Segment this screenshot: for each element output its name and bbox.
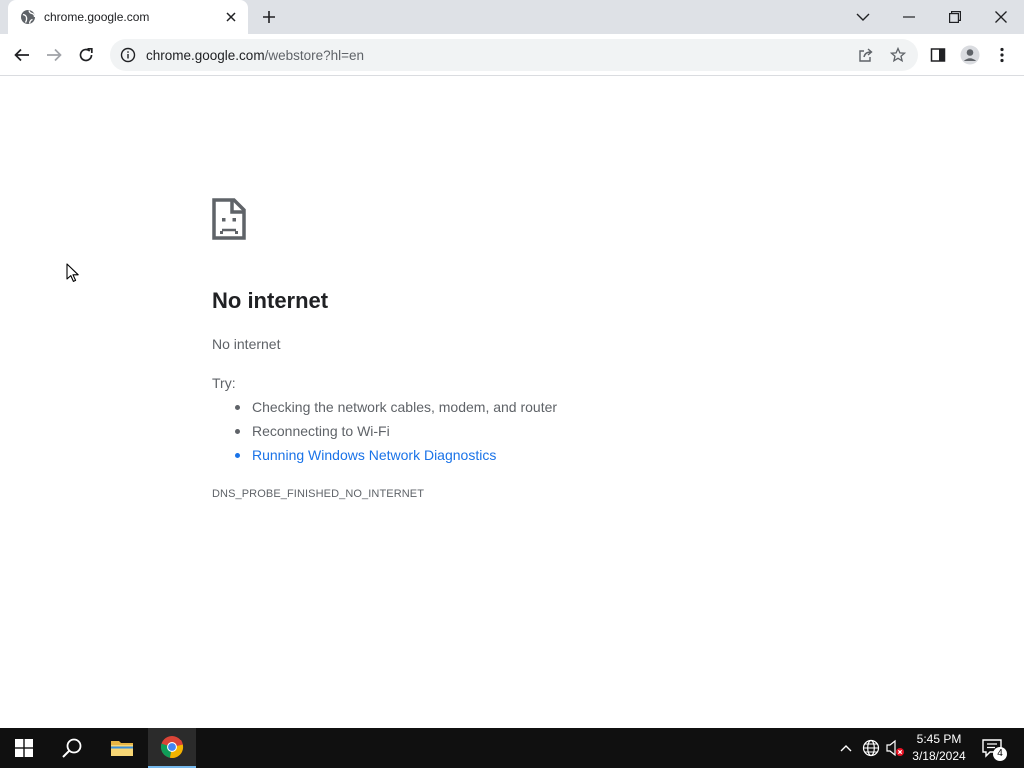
windows-start-icon[interactable] <box>0 728 48 768</box>
sad-page-icon <box>212 198 246 240</box>
mouse-cursor-icon <box>66 263 80 283</box>
suggestion-list: Checking the network cables, modem, and … <box>232 397 557 469</box>
suggestion-item: Reconnecting to Wi-Fi <box>232 421 557 445</box>
browser-toolbar: chrome.google.com/webstore?hl=en <box>0 34 1024 76</box>
profile-avatar-icon[interactable] <box>954 39 986 71</box>
error-title: No internet <box>212 288 329 313</box>
minimize-button[interactable] <box>886 0 932 34</box>
tab-title: chrome.google.com <box>44 10 150 24</box>
notification-count-badge: 4 <box>993 747 1007 761</box>
side-panel-icon[interactable] <box>922 39 954 71</box>
error-page: No internet No internet Try: Checking th… <box>0 77 1024 728</box>
address-bar[interactable]: chrome.google.com/webstore?hl=en <box>110 39 918 71</box>
file-explorer-icon[interactable] <box>98 728 146 768</box>
system-clock[interactable]: 5:45 PM 3/18/2024 <box>906 731 972 765</box>
volume-muted-icon[interactable] <box>885 738 905 758</box>
close-tab-icon[interactable] <box>222 8 240 26</box>
suggestion-item: Checking the network cables, modem, and … <box>232 397 557 421</box>
bookmark-star-icon[interactable] <box>888 45 908 65</box>
site-info-icon[interactable] <box>118 45 138 65</box>
network-globe-icon[interactable] <box>861 738 881 758</box>
menu-kebab-icon[interactable] <box>986 39 1018 71</box>
error-subtitle: No internet <box>212 336 281 352</box>
chrome-icon[interactable] <box>148 728 196 768</box>
browser-tab[interactable]: chrome.google.com <box>8 0 248 34</box>
restore-button[interactable] <box>932 0 978 34</box>
clock-time: 5:45 PM <box>916 732 962 746</box>
clock-date: 3/18/2024 <box>912 749 966 763</box>
windows-taskbar: 5:45 PM 3/18/2024 4 <box>0 728 1024 768</box>
back-button[interactable] <box>6 39 38 71</box>
show-hidden-icons-chevron-icon[interactable] <box>836 738 856 758</box>
tab-search-icon[interactable] <box>840 0 886 34</box>
error-code: DNS_PROBE_FINISHED_NO_INTERNET <box>212 488 425 500</box>
reload-button[interactable] <box>70 39 102 71</box>
tab-strip: chrome.google.com <box>0 0 1024 34</box>
forward-button[interactable] <box>38 39 70 71</box>
search-icon[interactable] <box>48 728 96 768</box>
url-host: chrome.google.com <box>146 47 265 63</box>
close-window-button[interactable] <box>978 0 1024 34</box>
share-icon[interactable] <box>856 45 876 65</box>
new-tab-button[interactable] <box>258 6 280 28</box>
url-text: chrome.google.com/webstore?hl=en <box>146 48 364 63</box>
try-label: Try: <box>212 375 236 391</box>
url-path: /webstore?hl=en <box>264 47 365 63</box>
globe-icon <box>20 9 36 25</box>
network-diagnostics-link[interactable]: Running Windows Network Diagnostics <box>232 445 557 469</box>
